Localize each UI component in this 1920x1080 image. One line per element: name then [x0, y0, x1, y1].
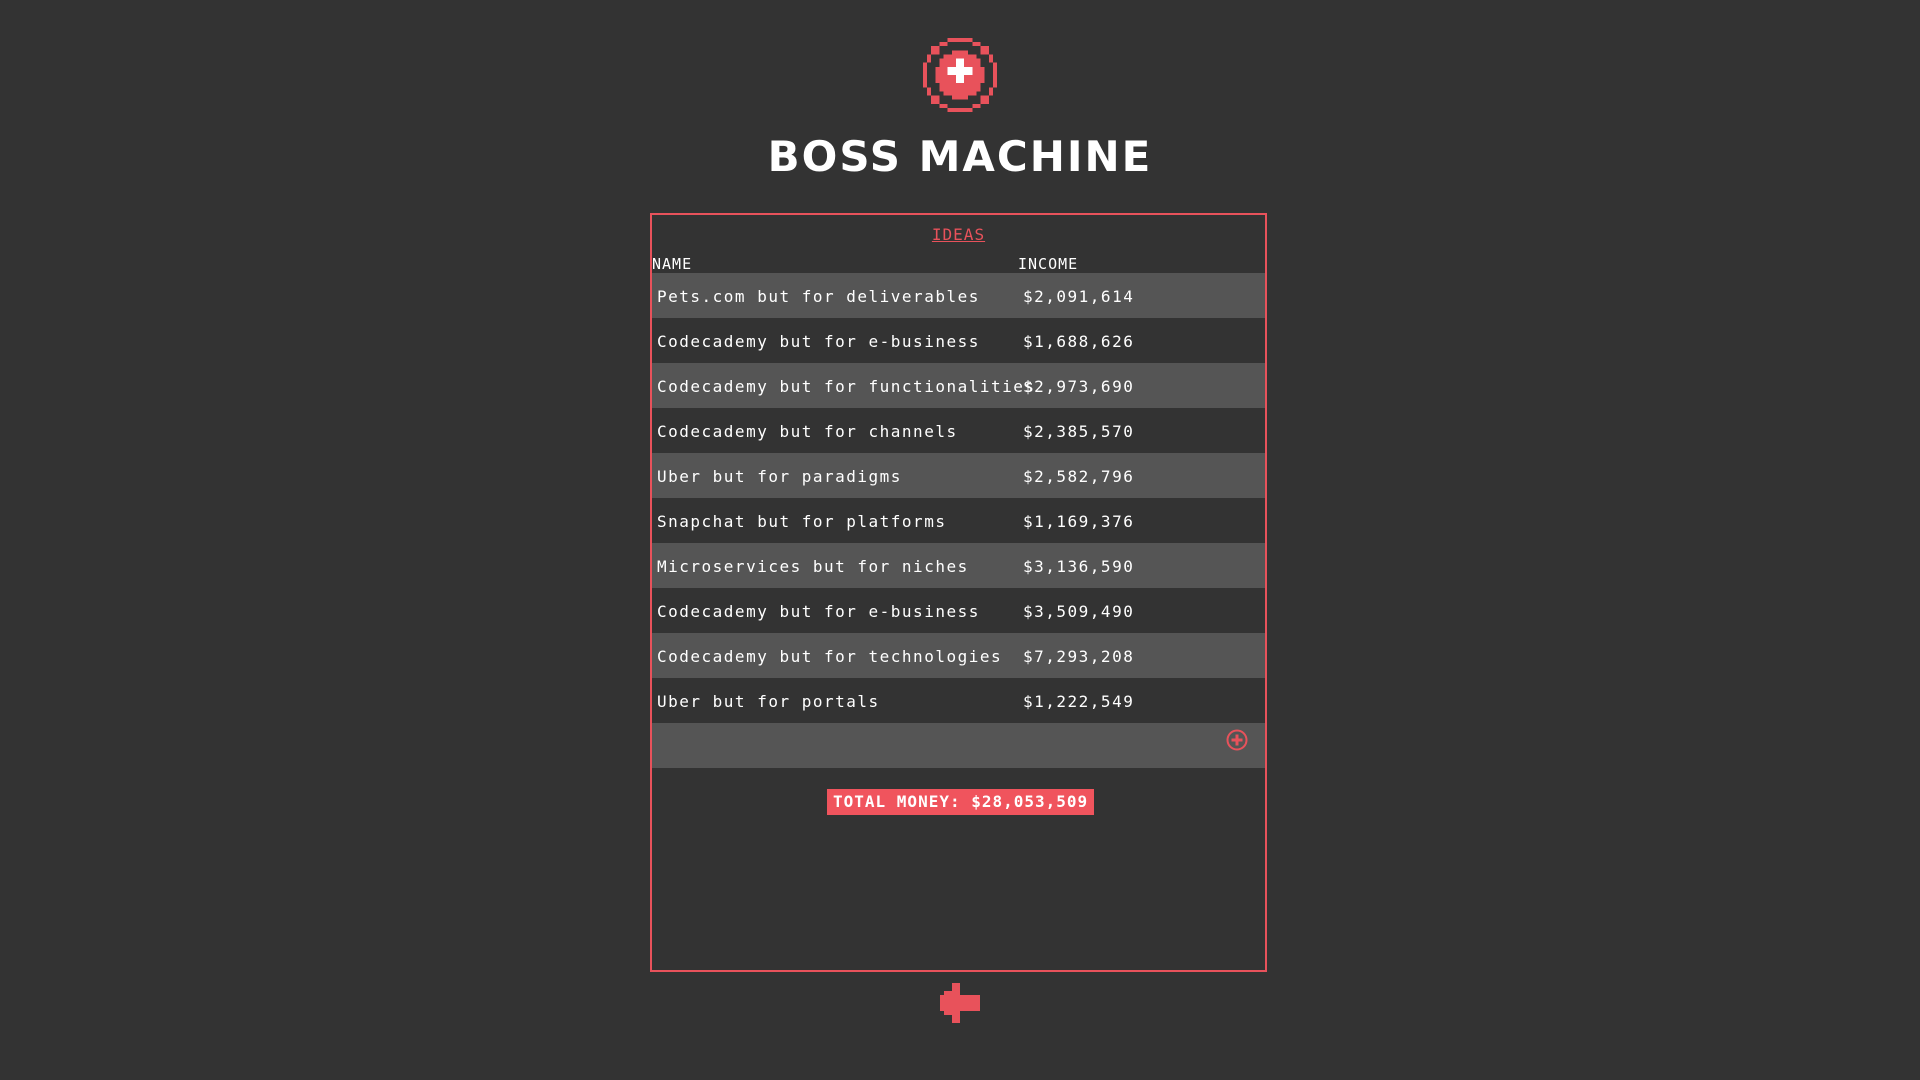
ideas-panel: IDEAS NAME INCOME Pets.com but for deliv… — [650, 213, 1267, 972]
idea-income: $7,293,208 — [1023, 647, 1135, 666]
total-money-badge: TOTAL MONEY: $28,053,509 — [827, 789, 1095, 815]
idea-name: Snapchat but for platforms — [657, 512, 947, 531]
idea-income: $3,136,590 — [1023, 557, 1135, 576]
idea-row[interactable]: Microservices but for niches $3,136,590 — [652, 543, 1265, 588]
idea-row[interactable]: Pets.com but for deliverables $2,091,614 — [652, 273, 1265, 318]
idea-row[interactable]: Snapchat but for platforms $1,169,376 — [652, 498, 1265, 543]
idea-row[interactable]: Uber but for portals $1,222,549 — [652, 678, 1265, 723]
idea-income: $2,091,614 — [1023, 287, 1135, 306]
plus-circle-icon[interactable] — [1225, 728, 1249, 752]
app-title: BOSS MACHINE — [767, 132, 1153, 181]
idea-income: $3,509,490 — [1023, 602, 1135, 621]
tab-ideas[interactable]: IDEAS — [652, 225, 1265, 244]
idea-row[interactable]: Codecademy but for functionalities $2,97… — [652, 363, 1265, 408]
idea-name: Uber but for paradigms — [657, 467, 902, 486]
idea-income: $1,169,376 — [1023, 512, 1135, 531]
idea-income: $2,973,690 — [1023, 377, 1135, 396]
idea-name: Codecademy but for e-business — [657, 602, 980, 621]
idea-row[interactable]: Codecademy but for technologies $7,293,2… — [652, 633, 1265, 678]
idea-row[interactable]: Codecademy but for channels $2,385,570 — [652, 408, 1265, 453]
idea-income: $2,582,796 — [1023, 467, 1135, 486]
idea-name: Microservices but for niches — [657, 557, 969, 576]
idea-row[interactable]: Uber but for paradigms $2,582,796 — [652, 453, 1265, 498]
column-header-income: INCOME — [1018, 255, 1079, 273]
page: BOSS MACHINE IDEAS NAME INCOME Pets.com … — [0, 0, 1920, 1080]
idea-name: Pets.com but for deliverables — [657, 287, 980, 306]
idea-name: Codecademy but for e-business — [657, 332, 980, 351]
boss-machine-logo-icon — [923, 38, 997, 112]
arrow-left-icon[interactable] — [940, 983, 980, 1023]
idea-income: $1,688,626 — [1023, 332, 1135, 351]
idea-name: Codecademy but for technologies — [657, 647, 1003, 666]
idea-name: Codecademy but for channels — [657, 422, 958, 441]
add-idea-row — [652, 723, 1265, 768]
idea-income: $1,222,549 — [1023, 692, 1135, 711]
idea-income: $2,385,570 — [1023, 422, 1135, 441]
idea-name: Uber but for portals — [657, 692, 880, 711]
idea-name: Codecademy but for functionalities — [657, 377, 1036, 396]
table-header: NAME INCOME — [652, 255, 1265, 273]
idea-row[interactable]: Codecademy but for e-business $1,688,626 — [652, 318, 1265, 363]
idea-row[interactable]: Codecademy but for e-business $3,509,490 — [652, 588, 1265, 633]
column-header-name: NAME — [652, 255, 693, 273]
ideas-list: Pets.com but for deliverables $2,091,614… — [652, 273, 1265, 768]
